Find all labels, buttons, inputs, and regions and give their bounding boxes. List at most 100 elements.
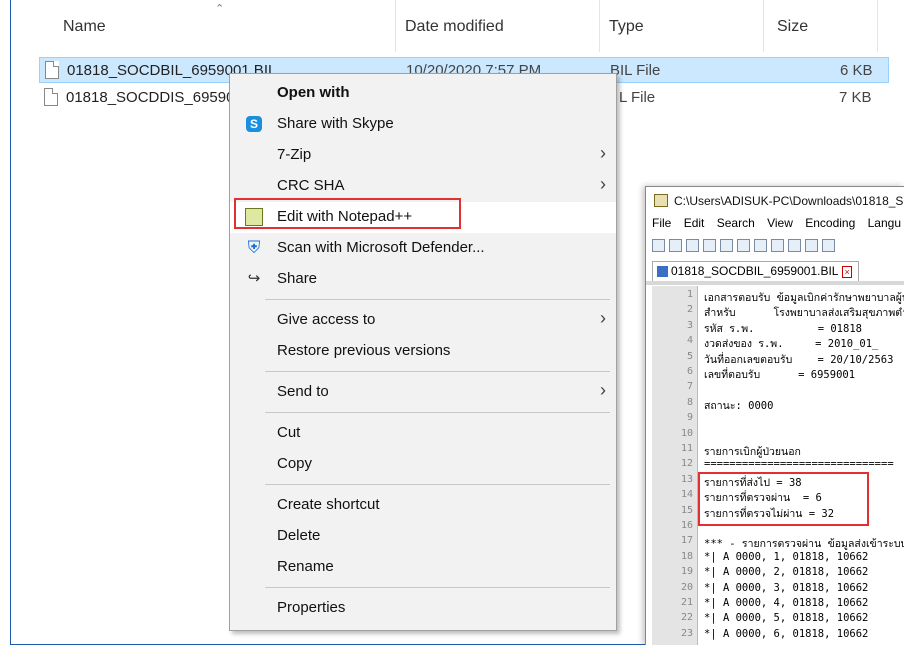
defender-shield-icon: ⛨ xyxy=(247,238,261,257)
line-number: 7 xyxy=(686,381,693,393)
menu-file[interactable]: File xyxy=(652,216,671,230)
open-file-icon[interactable] xyxy=(669,239,682,253)
chevron-right-icon: › xyxy=(600,380,606,400)
line-number: 12 xyxy=(680,458,693,470)
menu-item-label: Send to xyxy=(277,383,329,400)
file-type: L File xyxy=(619,89,656,106)
file-icon xyxy=(44,88,58,106)
menu-item-give-access-to[interactable]: Give access to › xyxy=(230,305,616,336)
line-number: 19 xyxy=(680,566,693,578)
menu-separator xyxy=(265,371,610,372)
tab-divider xyxy=(646,281,904,285)
menu-item-properties[interactable]: Properties xyxy=(230,593,616,624)
code-line: *| A 0000, 1, 01818, 10662 xyxy=(704,550,869,563)
menu-item-rename[interactable]: Rename xyxy=(230,552,616,583)
code-line: *| A 0000, 4, 01818, 10662 xyxy=(704,597,869,609)
menu-item-cut[interactable]: Cut xyxy=(230,418,616,449)
print-icon[interactable] xyxy=(754,239,767,253)
code-line: *| A 0000, 2, 01818, 10662 xyxy=(704,566,869,579)
chevron-right-icon: › xyxy=(600,308,606,328)
menu-item-label: Rename xyxy=(277,558,334,575)
line-number: 23 xyxy=(680,627,693,639)
menu-separator xyxy=(265,587,610,588)
menu-item-delete[interactable]: Delete xyxy=(230,521,616,552)
menu-item-label: Give access to xyxy=(277,311,376,328)
code-line: *| A 0000, 6, 01818, 10662 xyxy=(704,627,869,640)
column-date-modified[interactable]: Date modified xyxy=(405,18,504,36)
menu-item-copy[interactable]: Copy xyxy=(230,449,616,480)
close-all-icon[interactable] xyxy=(737,239,750,253)
undo-icon[interactable] xyxy=(822,239,835,253)
menu-item-restore-previous-versions[interactable]: Restore previous versions xyxy=(230,336,616,367)
menu-encoding[interactable]: Encoding xyxy=(805,216,855,230)
window-title-bar: C:\Users\ADISUK-PC\Downloads\01818_SOC xyxy=(646,187,904,214)
line-number: 8 xyxy=(686,396,693,408)
menu-language[interactable]: Langu xyxy=(868,216,901,230)
column-header: ⌃ Name Date modified Type Size xyxy=(11,0,904,52)
menu-item-scan-with-defender[interactable]: ⛨ Scan with Microsoft Defender... xyxy=(230,233,616,264)
menu-item-crc-sha[interactable]: CRC SHA › xyxy=(230,171,616,202)
window-title: C:\Users\ADISUK-PC\Downloads\01818_SOC xyxy=(674,194,904,208)
new-file-icon[interactable] xyxy=(652,239,665,253)
tab-close-icon[interactable]: × xyxy=(842,266,852,278)
menu-separator xyxy=(265,412,610,413)
code-line: เลขที่ตอบรับ = 6959001 xyxy=(704,369,856,381)
column-divider xyxy=(763,0,764,52)
save-all-icon[interactable] xyxy=(703,239,716,253)
menu-separator xyxy=(265,299,610,300)
code-line: *| A 0000, 5, 01818, 10662 xyxy=(704,612,869,625)
share-icon: ↪ xyxy=(247,270,261,287)
tab-label: 01818_SOCDBIL_6959001.BIL xyxy=(671,264,839,278)
line-number: 22 xyxy=(680,612,693,624)
menu-item-share-with-skype[interactable]: S Share with Skype xyxy=(230,109,616,140)
line-number: 20 xyxy=(680,581,693,593)
column-divider xyxy=(395,0,396,52)
menu-search[interactable]: Search xyxy=(717,216,755,230)
menu-item-7zip[interactable]: 7-Zip › xyxy=(230,140,616,171)
line-number: 14 xyxy=(680,489,693,501)
line-number: 17 xyxy=(680,535,693,547)
line-number: 16 xyxy=(680,520,693,531)
code-line: *| A 0000, 3, 01818, 10662 xyxy=(704,581,869,594)
line-number: 9 xyxy=(686,412,693,424)
menu-item-label: Restore previous versions xyxy=(277,342,451,359)
menu-item-edit-with-notepad-plus-plus[interactable]: Edit with Notepad++ xyxy=(230,202,616,233)
paste-icon[interactable] xyxy=(805,239,818,253)
save-icon[interactable] xyxy=(686,239,699,253)
document-tab[interactable]: 01818_SOCDBIL_6959001.BIL × xyxy=(652,261,859,281)
menu-item-label: Open with xyxy=(277,84,350,101)
file-icon xyxy=(45,61,59,79)
file-size: 7 KB xyxy=(839,89,872,106)
line-number: 10 xyxy=(680,427,693,439)
menu-view[interactable]: View xyxy=(767,216,793,230)
copy-icon[interactable] xyxy=(788,239,801,253)
menu-item-create-shortcut[interactable]: Create shortcut xyxy=(230,490,616,521)
chevron-right-icon: › xyxy=(600,174,606,194)
menu-item-open-with[interactable]: Open with xyxy=(230,78,616,109)
column-type[interactable]: Type xyxy=(609,18,644,36)
menu-item-label: Create shortcut xyxy=(277,496,380,513)
line-number: 5 xyxy=(686,350,693,362)
save-status-icon xyxy=(657,266,668,277)
notepad-plus-plus-icon xyxy=(245,208,263,226)
line-number: 1 xyxy=(686,289,693,300)
chevron-right-icon: › xyxy=(600,143,606,163)
line-number: 13 xyxy=(680,473,693,485)
line-number-gutter: 1 2 3 4 5 6 7 8 9 10 11 12 13 14 15 16 17 18 19 20 21 22 23 xyxy=(652,286,698,645)
column-size[interactable]: Size xyxy=(777,18,808,36)
menu-edit[interactable]: Edit xyxy=(684,216,705,230)
close-file-icon[interactable] xyxy=(720,239,733,253)
line-number: 2 xyxy=(686,304,693,316)
menu-item-share[interactable]: ↪ Share xyxy=(230,264,616,295)
toolbar xyxy=(652,237,902,255)
cut-icon[interactable] xyxy=(771,239,784,253)
line-number: 3 xyxy=(686,319,693,331)
menu-item-label: Cut xyxy=(277,424,301,441)
file-size: 6 KB xyxy=(840,62,873,79)
column-name[interactable]: Name xyxy=(63,18,106,36)
file-type: BIL File xyxy=(610,62,661,79)
menu-item-label: Share with Skype xyxy=(277,115,394,132)
line-number: 18 xyxy=(680,550,693,562)
menu-item-send-to[interactable]: Send to › xyxy=(230,377,616,408)
skype-icon: S xyxy=(246,116,262,132)
